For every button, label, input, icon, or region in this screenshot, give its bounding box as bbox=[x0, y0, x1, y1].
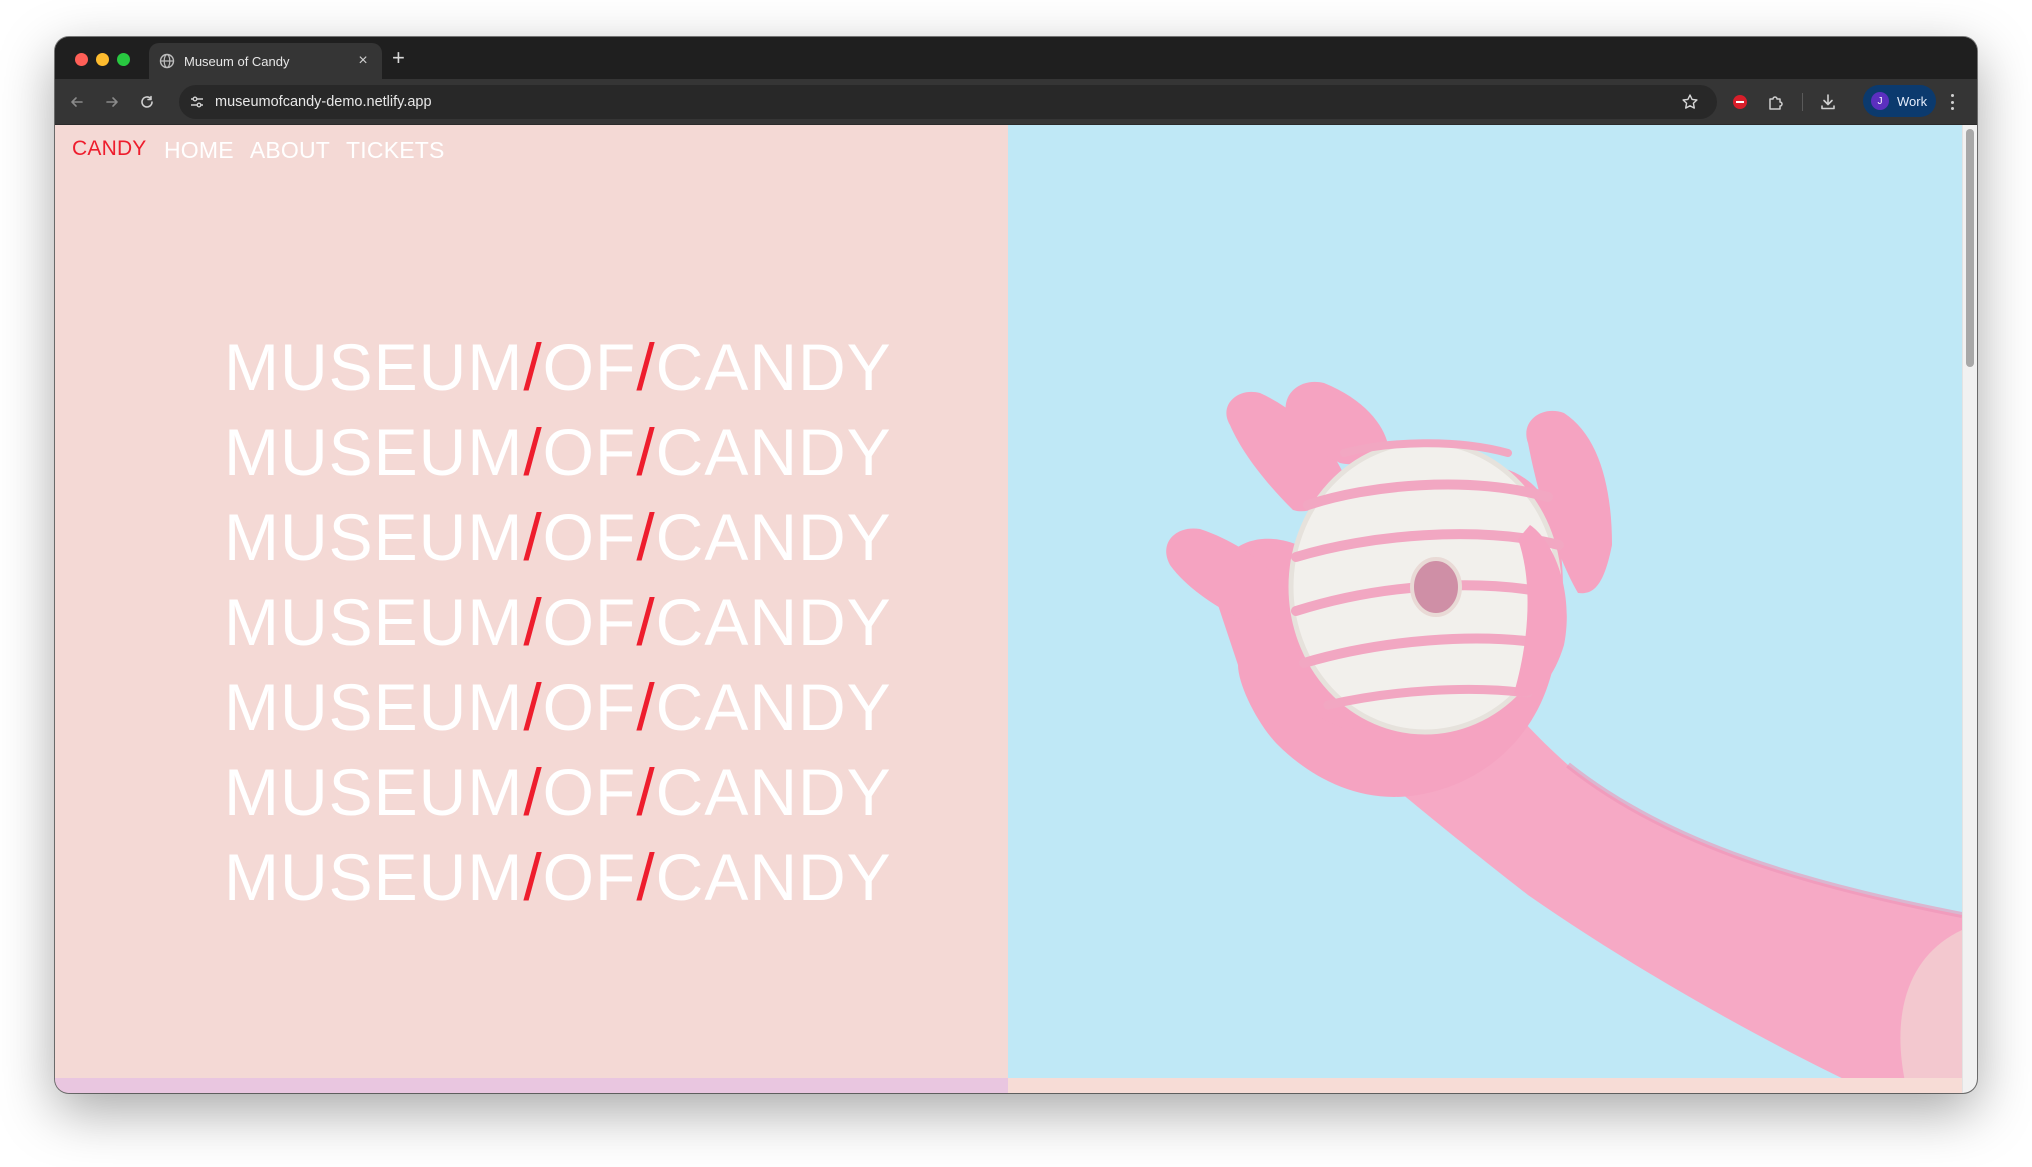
hero-title-line: MUSEUM/OF/CANDY bbox=[224, 325, 892, 410]
close-tab-icon[interactable]: × bbox=[354, 52, 372, 70]
hero-slash: / bbox=[636, 585, 656, 659]
hero-word: MUSEUM bbox=[224, 755, 524, 829]
hero-word: OF bbox=[542, 670, 637, 744]
hero-title-stack: MUSEUM/OF/CANDY MUSEUM/OF/CANDY MUSEUM/OF/… bbox=[224, 325, 892, 920]
next-section-left-edge bbox=[55, 1078, 1008, 1093]
reload-button[interactable] bbox=[137, 92, 157, 112]
hero-word: OF bbox=[542, 755, 637, 829]
scrollbar-thumb[interactable] bbox=[1966, 129, 1974, 367]
hero-slash: / bbox=[523, 500, 543, 574]
hero-word: MUSEUM bbox=[224, 330, 524, 404]
profile-avatar: J bbox=[1871, 92, 1889, 110]
hero-image-panel bbox=[1008, 125, 1962, 1093]
hero-slash: / bbox=[636, 330, 656, 404]
hero-word: OF bbox=[542, 415, 637, 489]
globe-icon bbox=[159, 53, 175, 69]
new-tab-button[interactable]: + bbox=[392, 47, 405, 69]
hero-slash: / bbox=[636, 500, 656, 574]
nav-tickets[interactable]: TICKETS bbox=[346, 137, 445, 164]
hero-title-line: MUSEUM/OF/CANDY bbox=[224, 750, 892, 835]
hero-word: MUSEUM bbox=[224, 500, 524, 574]
minimize-window-button[interactable] bbox=[96, 53, 109, 66]
hero-word: OF bbox=[542, 840, 637, 914]
hero-slash: / bbox=[523, 670, 543, 744]
window-controls bbox=[75, 53, 130, 66]
hero-title-line: MUSEUM/OF/CANDY bbox=[224, 410, 892, 495]
extensions-puzzle-icon[interactable] bbox=[1766, 92, 1786, 112]
main-nav: HOME ABOUT TICKETS bbox=[164, 137, 445, 164]
hero-word: MUSEUM bbox=[224, 415, 524, 489]
hero-slash: / bbox=[523, 585, 543, 659]
tab-strip: Museum of Candy × + bbox=[55, 37, 1977, 79]
tab-title: Museum of Candy bbox=[184, 53, 290, 69]
toolbar-divider bbox=[1802, 93, 1803, 111]
hero-slash: / bbox=[523, 755, 543, 829]
hero-word: CANDY bbox=[655, 415, 892, 489]
next-section-right-edge bbox=[1008, 1078, 1962, 1093]
hero-word: CANDY bbox=[655, 755, 892, 829]
hero-slash: / bbox=[523, 840, 543, 914]
hero-slash: / bbox=[523, 330, 543, 404]
downloads-icon[interactable] bbox=[1818, 92, 1838, 112]
profile-button[interactable]: J Work bbox=[1863, 85, 1936, 117]
site-info-icon[interactable] bbox=[187, 92, 207, 112]
maximize-window-button[interactable] bbox=[117, 53, 130, 66]
hero-word: MUSEUM bbox=[224, 585, 524, 659]
bookmark-star-icon[interactable] bbox=[1681, 93, 1699, 111]
page-scrollbar[interactable] bbox=[1962, 125, 1977, 1093]
hero-word: OF bbox=[542, 330, 637, 404]
hero-title-line: MUSEUM/OF/CANDY bbox=[224, 580, 892, 665]
browser-window: Museum of Candy × + museumofcandy-demo.n… bbox=[55, 37, 1977, 1093]
browser-menu-icon[interactable] bbox=[1946, 91, 1958, 113]
hero-slash: / bbox=[636, 670, 656, 744]
blocker-extension-icon[interactable] bbox=[1730, 92, 1750, 112]
forward-button[interactable] bbox=[102, 92, 122, 112]
hero-word: CANDY bbox=[655, 500, 892, 574]
glove-donut-image bbox=[1166, 381, 1962, 1093]
hero-word: CANDY bbox=[655, 585, 892, 659]
back-button[interactable] bbox=[67, 92, 87, 112]
hero-text-panel: CANDY HOME ABOUT TICKETS MUSEUM/OF/CANDY… bbox=[55, 125, 1008, 1093]
hero-title-line: MUSEUM/OF/CANDY bbox=[224, 835, 892, 920]
arrow-left-icon bbox=[71, 97, 83, 107]
hero-slash: / bbox=[636, 840, 656, 914]
browser-toolbar: museumofcandy-demo.netlify.app J Work bbox=[55, 79, 1977, 125]
nav-home[interactable]: HOME bbox=[164, 137, 234, 164]
nav-about[interactable]: ABOUT bbox=[250, 137, 330, 164]
hero-slash: / bbox=[523, 415, 543, 489]
hero-word: MUSEUM bbox=[224, 840, 524, 914]
page-viewport: CANDY HOME ABOUT TICKETS MUSEUM/OF/CANDY… bbox=[55, 125, 1977, 1093]
arrow-right-icon bbox=[106, 97, 118, 107]
profile-name: Work bbox=[1897, 93, 1928, 109]
hero-word: OF bbox=[542, 585, 637, 659]
hero-word: CANDY bbox=[655, 330, 892, 404]
hero-slash: / bbox=[636, 755, 656, 829]
hero-word: CANDY bbox=[655, 840, 892, 914]
hero-word: OF bbox=[542, 500, 637, 574]
hero-title-line: MUSEUM/OF/CANDY bbox=[224, 665, 892, 750]
close-window-button[interactable] bbox=[75, 53, 88, 66]
hero-slash: / bbox=[636, 415, 656, 489]
hero-word: CANDY bbox=[655, 670, 892, 744]
browser-tab[interactable]: Museum of Candy × bbox=[149, 43, 382, 79]
brand-logo[interactable]: CANDY bbox=[72, 137, 147, 161]
address-bar[interactable]: museumofcandy-demo.netlify.app bbox=[179, 85, 1717, 119]
hero-title-line: MUSEUM/OF/CANDY bbox=[224, 495, 892, 580]
hero-word: MUSEUM bbox=[224, 670, 524, 744]
url-text[interactable]: museumofcandy-demo.netlify.app bbox=[215, 94, 432, 110]
reload-icon bbox=[141, 95, 153, 108]
